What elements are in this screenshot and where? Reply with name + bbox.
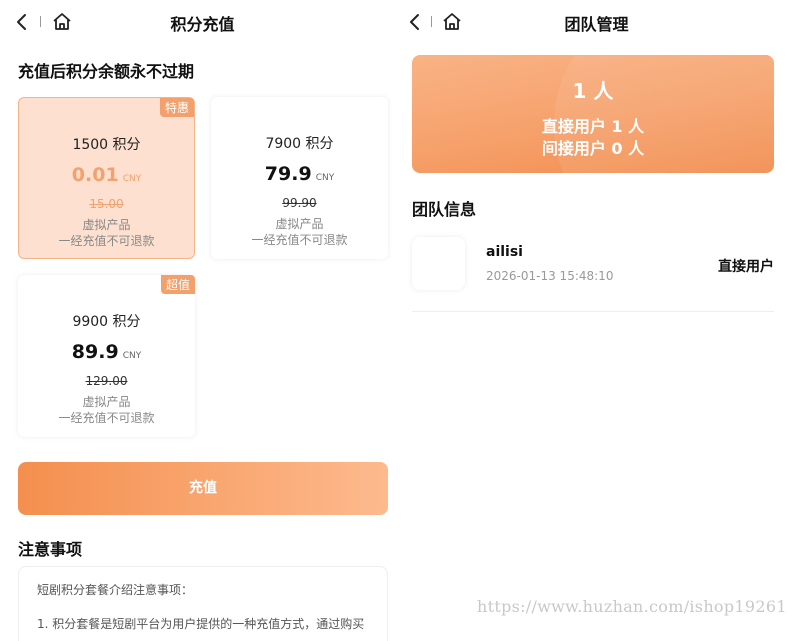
package-original-price: 129.00	[85, 374, 128, 388]
direct-user-count: 直接用户 1 人	[541, 117, 645, 136]
notice-line: 1. 积分套餐是短剧平台为用户提供的一种充值方式，通过购买	[37, 617, 365, 631]
team-screen: 团队管理 1 人 直接用户 1 人 间接用户 0 人 团队信息 ailisi 2…	[405, 0, 800, 641]
notice-box: 短剧积分套餐介绍注意事项： 1. 积分套餐是短剧平台为用户提供的一种充值方式，通…	[18, 566, 388, 641]
package-points: 9900 积分	[72, 314, 141, 330]
page-title: 积分充值	[170, 15, 235, 34]
package-price: 89.9	[71, 341, 119, 363]
recharge-button[interactable]: 充值	[18, 462, 388, 515]
package-original-price: 99.90	[282, 196, 317, 210]
section-title: 充值后积分余额永不过期	[18, 62, 195, 81]
package-note-refund: 一经充值不可退款	[251, 233, 348, 247]
package-currency: CNY	[315, 173, 335, 183]
package-note-refund: 一经充值不可退款	[58, 234, 155, 248]
indirect-user-count: 间接用户 0 人	[541, 139, 645, 158]
member-join-time: 2026-01-13 15:48:10	[486, 269, 614, 283]
team-header: 团队管理	[405, 0, 800, 44]
recharge-header: 积分充值	[0, 0, 405, 44]
package-original-price: 15.00	[89, 197, 124, 211]
package-badge: 特惠	[159, 98, 194, 117]
team-summary-banner: 1 人 直接用户 1 人 间接用户 0 人	[412, 55, 774, 173]
team-total-count: 1 人	[572, 79, 614, 103]
package-card-7900[interactable]: 7900 积分 79.9 CNY 99.90 虚拟产品 一经充值不可退款	[211, 97, 388, 259]
package-note-virtual: 虚拟产品	[82, 395, 131, 409]
package-price: 0.01	[71, 164, 119, 186]
team-info-title: 团队信息	[412, 200, 477, 219]
member-type: 直接用户	[718, 259, 774, 275]
package-points: 1500 积分	[72, 137, 141, 153]
package-badge: 超值	[160, 275, 195, 294]
page-title: 团队管理	[564, 15, 629, 34]
recharge-screen: 积分充值 充值后积分余额永不过期 特惠 1500 积分 0.01 CNY 15.0…	[0, 0, 405, 641]
package-price-row: 89.9 CNY	[18, 341, 195, 363]
package-card-1500[interactable]: 特惠 1500 积分 0.01 CNY 15.00 虚拟产品 一经充值不可退款	[18, 97, 195, 259]
package-currency: CNY	[122, 351, 142, 361]
member-name: ailisi	[486, 244, 523, 260]
package-price-row: 79.9 CNY	[211, 163, 388, 185]
avatar	[412, 237, 465, 290]
package-price: 79.9	[264, 163, 312, 185]
package-price-row: 0.01 CNY	[19, 164, 194, 186]
notice-title: 注意事项	[18, 540, 83, 559]
package-card-9900[interactable]: 超值 9900 积分 89.9 CNY 129.00 虚拟产品 一经充值不可退款	[18, 275, 195, 437]
list-item[interactable]: ailisi 2026-01-13 15:48:10 直接用户	[412, 232, 774, 312]
package-currency: CNY	[122, 174, 142, 184]
watermark: https://www.huzhan.com/ishop19261	[477, 597, 787, 616]
package-points: 7900 积分	[265, 136, 334, 152]
package-note-virtual: 虚拟产品	[275, 217, 324, 231]
package-note-virtual: 虚拟产品	[82, 218, 131, 232]
package-note-refund: 一经充值不可退款	[58, 411, 155, 425]
notice-line: 短剧积分套餐介绍注意事项：	[37, 583, 194, 597]
